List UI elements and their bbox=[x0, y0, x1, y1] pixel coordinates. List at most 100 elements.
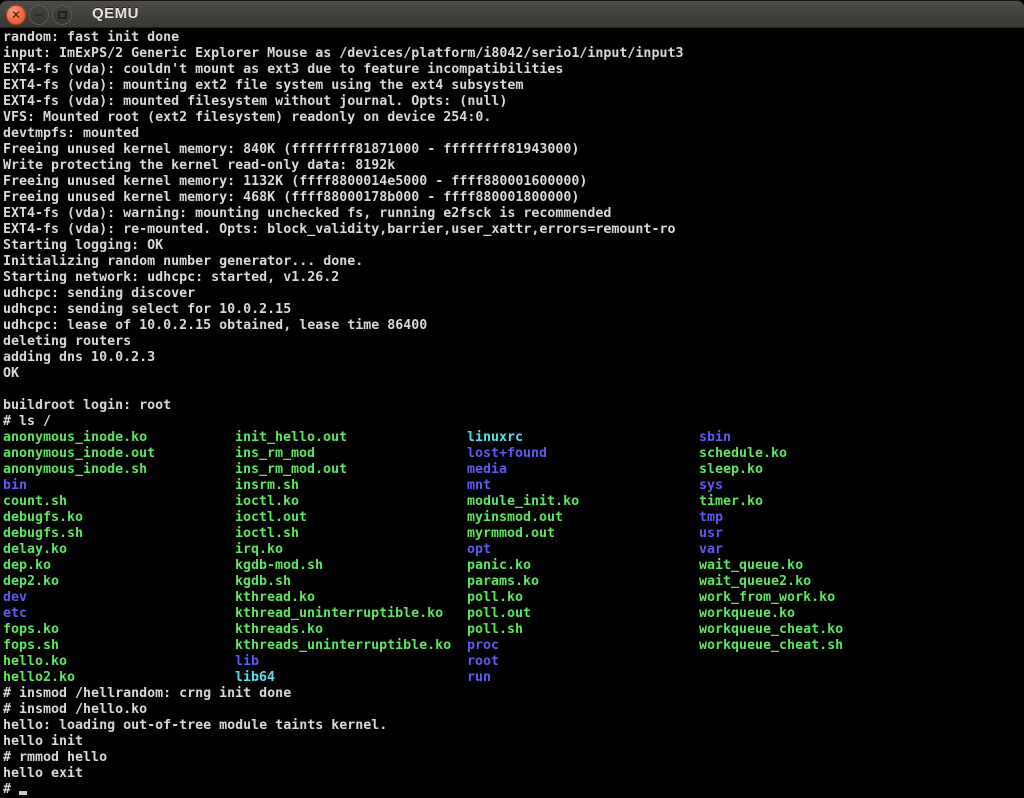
terminal-line bbox=[3, 382, 1024, 398]
file-name: lib bbox=[235, 654, 467, 670]
terminal-ls-row: bininsrm.shmntsys bbox=[3, 478, 1024, 494]
terminal-ls-row: anonymous_inode.shins_rm_mod.outmediasle… bbox=[3, 462, 1024, 478]
terminal-line: devtmpfs: mounted bbox=[3, 126, 1024, 142]
terminal-ls-row: count.shioctl.komodule_init.kotimer.ko bbox=[3, 494, 1024, 510]
close-icon: ✕ bbox=[11, 9, 21, 21]
file-name: myinsmod.out bbox=[467, 510, 699, 526]
file-name: media bbox=[467, 462, 699, 478]
file-name: hello2.ko bbox=[3, 670, 235, 686]
terminal-ls-row: dep.kokgdb-mod.shpanic.kowait_queue.ko bbox=[3, 558, 1024, 574]
terminal-line: # insmod /hello.ko bbox=[3, 702, 1024, 718]
file-name: debugfs.ko bbox=[3, 510, 235, 526]
file-name: work_from_work.ko bbox=[699, 590, 931, 606]
file-name: fops.sh bbox=[3, 638, 235, 654]
file-name: params.ko bbox=[467, 574, 699, 590]
file-name: tmp bbox=[699, 510, 931, 526]
terminal-ls-row: hello.kolibroot bbox=[3, 654, 1024, 670]
terminal-line: input: ImExPS/2 Generic Explorer Mouse a… bbox=[3, 46, 1024, 62]
terminal-ls-row: devkthread.kopoll.kowork_from_work.ko bbox=[3, 590, 1024, 606]
file-name: anonymous_inode.ko bbox=[3, 430, 235, 446]
file-name: anonymous_inode.sh bbox=[3, 462, 235, 478]
terminal-ls-row: fops.shkthreads_uninterruptible.koprocwo… bbox=[3, 638, 1024, 654]
terminal-line: Starting network: udhcpc: started, v1.26… bbox=[3, 270, 1024, 286]
file-name: panic.ko bbox=[467, 558, 699, 574]
terminal-line: OK bbox=[3, 366, 1024, 382]
file-name: init_hello.out bbox=[235, 430, 467, 446]
close-button[interactable]: ✕ bbox=[6, 5, 26, 25]
terminal-line: deleting routers bbox=[3, 334, 1024, 350]
terminal-ls-row: dep2.kokgdb.shparams.kowait_queue2.ko bbox=[3, 574, 1024, 590]
terminal-ls-row: anonymous_inode.outins_rm_modlost+founds… bbox=[3, 446, 1024, 462]
terminal-line: Initializing random number generator... … bbox=[3, 254, 1024, 270]
file-name: fops.ko bbox=[3, 622, 235, 638]
file-name: hello.ko bbox=[3, 654, 235, 670]
file-name: delay.ko bbox=[3, 542, 235, 558]
shell-prompt: # bbox=[3, 782, 19, 797]
file-name: lib64 bbox=[235, 670, 467, 686]
file-name: kgdb.sh bbox=[235, 574, 467, 590]
terminal-line: Freeing unused kernel memory: 468K (ffff… bbox=[3, 190, 1024, 206]
file-name: myrmmod.out bbox=[467, 526, 699, 542]
file-name: sbin bbox=[699, 430, 931, 446]
file-name: dev bbox=[3, 590, 235, 606]
file-name: poll.sh bbox=[467, 622, 699, 638]
file-name: etc bbox=[3, 606, 235, 622]
file-name: ins_rm_mod.out bbox=[235, 462, 467, 478]
file-name: workqueue.ko bbox=[699, 606, 931, 622]
terminal-line: udhcpc: lease of 10.0.2.15 obtained, lea… bbox=[3, 318, 1024, 334]
file-name: wait_queue.ko bbox=[699, 558, 931, 574]
file-name: ioctl.out bbox=[235, 510, 467, 526]
terminal-line: # rmmod hello bbox=[3, 750, 1024, 766]
terminal-cursor[interactable] bbox=[19, 791, 27, 795]
file-name: var bbox=[699, 542, 931, 558]
terminal-ls-row: delay.koirq.kooptvar bbox=[3, 542, 1024, 558]
window-titlebar[interactable]: ✕ ─ QEMU bbox=[0, 0, 1024, 28]
terminal[interactable]: random: fast init doneinput: ImExPS/2 Ge… bbox=[0, 28, 1024, 796]
maximize-button[interactable] bbox=[52, 5, 72, 25]
file-name: kthreads.ko bbox=[235, 622, 467, 638]
terminal-line: hello exit bbox=[3, 766, 1024, 782]
terminal-line: EXT4-fs (vda): re-mounted. Opts: block_v… bbox=[3, 222, 1024, 238]
file-name: ioctl.ko bbox=[235, 494, 467, 510]
terminal-line: EXT4-fs (vda): warning: mounting uncheck… bbox=[3, 206, 1024, 222]
terminal-line: Freeing unused kernel memory: 840K (ffff… bbox=[3, 142, 1024, 158]
file-name: proc bbox=[467, 638, 699, 654]
file-name: dep2.ko bbox=[3, 574, 235, 590]
terminal-line: # ls / bbox=[3, 414, 1024, 430]
file-name: kthreads_uninterruptible.ko bbox=[235, 638, 467, 654]
terminal-line: hello init bbox=[3, 734, 1024, 750]
terminal-line: Write protecting the kernel read-only da… bbox=[3, 158, 1024, 174]
terminal-line: Starting logging: OK bbox=[3, 238, 1024, 254]
file-name: kthread_uninterruptible.ko bbox=[235, 606, 467, 622]
file-name: debugfs.sh bbox=[3, 526, 235, 542]
file-name: root bbox=[467, 654, 699, 670]
file-name: kgdb-mod.sh bbox=[235, 558, 467, 574]
file-name: kthread.ko bbox=[235, 590, 467, 606]
file-name: ins_rm_mod bbox=[235, 446, 467, 462]
terminal-line: EXT4-fs (vda): mounting ext2 file system… bbox=[3, 78, 1024, 94]
file-name: count.sh bbox=[3, 494, 235, 510]
file-name: linuxrc bbox=[467, 430, 699, 446]
minimize-icon: ─ bbox=[35, 9, 42, 21]
file-name: insrm.sh bbox=[235, 478, 467, 494]
file-name: sys bbox=[699, 478, 931, 494]
file-name: lost+found bbox=[467, 446, 699, 462]
file-name: opt bbox=[467, 542, 699, 558]
terminal-ls-row: etckthread_uninterruptible.kopoll.outwor… bbox=[3, 606, 1024, 622]
file-name: timer.ko bbox=[699, 494, 931, 510]
terminal-line: VFS: Mounted root (ext2 filesystem) read… bbox=[3, 110, 1024, 126]
terminal-line: EXT4-fs (vda): couldn't mount as ext3 du… bbox=[3, 62, 1024, 78]
file-name: workqueue_cheat.sh bbox=[699, 638, 931, 654]
file-name: mnt bbox=[467, 478, 699, 494]
minimize-button[interactable]: ─ bbox=[29, 5, 49, 25]
file-name: run bbox=[467, 670, 699, 686]
file-name: poll.ko bbox=[467, 590, 699, 606]
file-name: ioctl.sh bbox=[235, 526, 467, 542]
maximize-icon bbox=[58, 11, 67, 19]
terminal-line: hello: loading out-of-tree module taints… bbox=[3, 718, 1024, 734]
terminal-line: udhcpc: sending discover bbox=[3, 286, 1024, 302]
terminal-line: # insmod /hellrandom: crng init done bbox=[3, 686, 1024, 702]
terminal-line: udhcpc: sending select for 10.0.2.15 bbox=[3, 302, 1024, 318]
file-name: anonymous_inode.out bbox=[3, 446, 235, 462]
file-name: irq.ko bbox=[235, 542, 467, 558]
